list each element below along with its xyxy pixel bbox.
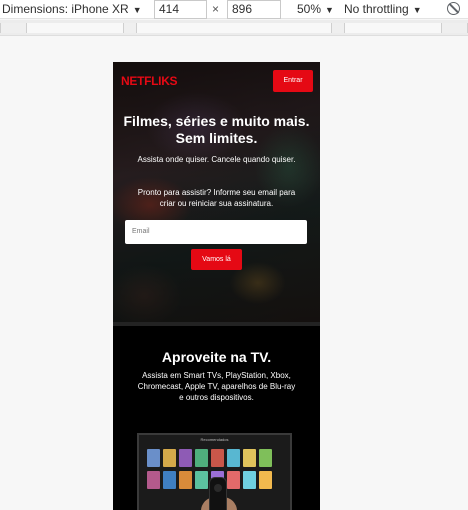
tv-tile xyxy=(259,449,272,467)
device-select[interactable]: Dimensions: iPhone XR ▼ xyxy=(2,1,142,18)
hero-cta-text: Pronto para assistir? Informe seu email … xyxy=(137,188,296,208)
height-input[interactable]: 896 xyxy=(227,0,281,19)
tv-tile xyxy=(179,449,192,467)
times-separator: × xyxy=(212,2,220,16)
devtools-device-toolbar: Dimensions: iPhone XR ▼ 414 × 896 50% ▼ No… xyxy=(0,0,468,19)
tv-tile xyxy=(147,449,160,467)
chevron-down-icon: ▼ xyxy=(325,5,334,15)
tv-tile xyxy=(163,449,176,467)
tv-tile xyxy=(211,449,224,467)
tv-section: Aproveite na TV. Assista em Smart TVs, P… xyxy=(113,326,320,510)
hero-section: NETFLIKS Entrar Filmes, séries e muito m… xyxy=(113,62,320,322)
tv-tile xyxy=(195,449,208,467)
tv-image: Recomendados xyxy=(137,433,292,510)
tv-tile xyxy=(259,471,272,489)
tv-tile xyxy=(147,471,160,489)
signin-button[interactable]: Entrar xyxy=(273,70,313,92)
tv-screen-caption: Recomendados xyxy=(200,437,229,442)
tv-tile xyxy=(243,449,256,467)
email-field[interactable]: Email xyxy=(125,220,307,244)
throttling-select[interactable]: No throttling ▼ xyxy=(344,1,422,18)
zoom-label: 50% xyxy=(297,2,322,16)
device-select-label: Dimensions: iPhone XR xyxy=(2,2,129,16)
tv-tile xyxy=(195,471,208,489)
tv-tile xyxy=(243,471,256,489)
ruler-band[interactable] xyxy=(26,23,124,33)
remote-control-icon xyxy=(209,477,227,510)
tv-tile xyxy=(179,471,192,489)
hero-subtitle: Assista onde quiser. Cancele quando quis… xyxy=(137,155,296,164)
throttling-label: No throttling xyxy=(344,2,409,16)
hero-title: Filmes, séries e muito mais. Sem limites… xyxy=(123,113,310,146)
disable-touch-icon[interactable] xyxy=(447,2,460,15)
tv-tile xyxy=(163,471,176,489)
get-started-button[interactable]: Vamos lá xyxy=(191,249,242,270)
chevron-down-icon: ▼ xyxy=(412,5,422,15)
ruler-band[interactable] xyxy=(136,23,332,33)
tv-tile xyxy=(227,471,240,489)
width-input[interactable]: 414 xyxy=(154,0,207,19)
zoom-select[interactable]: 50% ▼ xyxy=(297,1,334,18)
tv-section-text: Assista em Smart TVs, PlayStation, Xbox,… xyxy=(137,371,296,402)
media-query-ruler xyxy=(0,20,468,36)
brand-logo[interactable]: NETFLIKS xyxy=(121,74,178,88)
ruler-band[interactable] xyxy=(344,23,442,33)
tv-section-title: Aproveite na TV. xyxy=(161,349,272,365)
tv-tile xyxy=(227,449,240,467)
chevron-down-icon: ▼ xyxy=(132,5,142,15)
device-viewport: NETFLIKS Entrar Filmes, séries e muito m… xyxy=(113,62,320,510)
